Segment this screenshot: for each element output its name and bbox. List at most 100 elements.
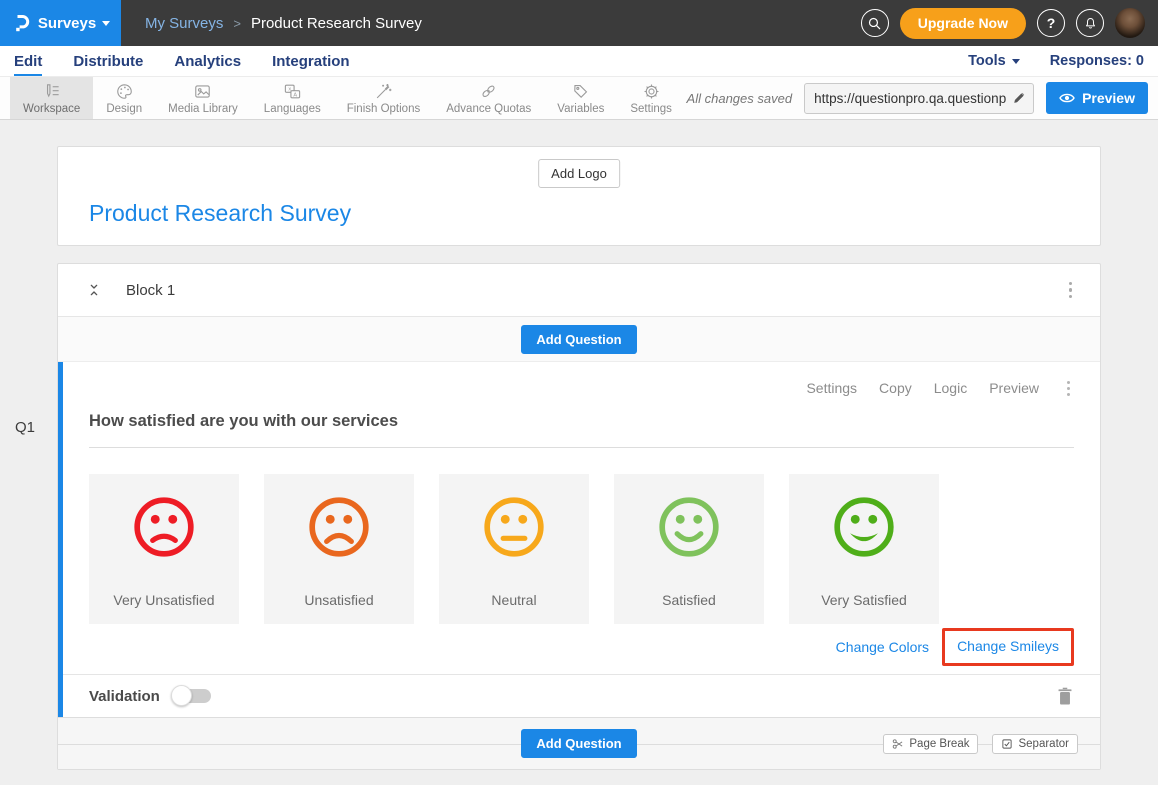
- topbar-actions: Upgrade Now ?: [861, 8, 1158, 39]
- help-button[interactable]: ?: [1037, 9, 1065, 37]
- smiley-label: Unsatisfied: [304, 592, 373, 608]
- separator-label: Separator: [1018, 738, 1069, 750]
- tag-icon: [571, 82, 590, 101]
- gear-icon: [642, 82, 661, 101]
- smiley-option[interactable]: Satisfied: [614, 474, 764, 624]
- chevron-down-icon: [1012, 59, 1020, 64]
- toolbar-item-variables[interactable]: Variables: [544, 77, 617, 119]
- product-menu-label: Surveys: [38, 15, 96, 32]
- separator-button[interactable]: Separator: [992, 734, 1078, 754]
- questionpro-logo-icon: [11, 13, 31, 33]
- tab-integration[interactable]: Integration: [272, 46, 350, 76]
- tab-analytics[interactable]: Analytics: [174, 46, 241, 76]
- breadcrumb-parent-link[interactable]: My Surveys: [145, 15, 223, 32]
- question-mark-icon: ?: [1047, 15, 1056, 31]
- toolbar-item-label: Advance Quotas: [446, 103, 531, 115]
- search-button[interactable]: [861, 9, 889, 37]
- page-break-label: Page Break: [909, 738, 969, 750]
- breadcrumb-separator: >: [233, 16, 241, 31]
- annotation-box: Change Smileys: [942, 628, 1074, 666]
- add-logo-button[interactable]: Add Logo: [538, 159, 620, 188]
- tools-dropdown[interactable]: Tools: [968, 53, 1020, 69]
- validation-toggle[interactable]: [173, 689, 211, 703]
- toolbar-item-languages[interactable]: xA Languages: [251, 77, 334, 119]
- delete-question-button[interactable]: [1056, 686, 1074, 706]
- user-avatar[interactable]: [1115, 8, 1145, 38]
- svg-text:A: A: [293, 92, 297, 98]
- add-question-button-bottom[interactable]: Add Question: [521, 729, 636, 758]
- tab-edit[interactable]: Edit: [14, 46, 42, 76]
- smiley-option[interactable]: Very Unsatisfied: [89, 474, 239, 624]
- breadcrumb-current: Product Research Survey: [251, 15, 422, 32]
- toolbar-item-design[interactable]: Design: [93, 77, 155, 119]
- add-question-button-top[interactable]: Add Question: [521, 325, 636, 354]
- search-icon: [867, 16, 882, 31]
- block-card: Block 1 Add Question Settings Copy Logic…: [57, 263, 1101, 770]
- toolbar-item-label: Design: [106, 103, 142, 115]
- upgrade-now-button[interactable]: Upgrade Now: [900, 8, 1026, 39]
- product-menu[interactable]: Surveys: [0, 0, 121, 46]
- question-preview-link[interactable]: Preview: [989, 380, 1039, 396]
- block-menu-kebab-icon[interactable]: [1065, 278, 1077, 303]
- tab-distribute[interactable]: Distribute: [73, 46, 143, 76]
- collapse-icon: [86, 281, 102, 299]
- survey-editor-page: Surveys My Surveys > Product Research Su…: [0, 0, 1158, 785]
- smiley-options-row: Change Colors Change Smileys: [89, 624, 1074, 670]
- footer-right-buttons: Page Break Separator: [883, 734, 1078, 754]
- smiley-face-icon: [481, 494, 547, 560]
- notifications-button[interactable]: [1076, 9, 1104, 37]
- preview-button[interactable]: Preview: [1046, 82, 1148, 114]
- toolbar-item-settings[interactable]: Settings: [617, 77, 685, 119]
- question-copy-link[interactable]: Copy: [879, 380, 912, 396]
- translate-icon: xA: [283, 82, 302, 101]
- edit-pencil-icon[interactable]: [1012, 91, 1026, 105]
- smiley-label: Very Satisfied: [821, 592, 907, 608]
- question-text[interactable]: How satisfied are you with our services: [89, 412, 1074, 448]
- question-menu-kebab-icon[interactable]: [1063, 377, 1074, 400]
- nav-right: Tools Responses: 0: [968, 53, 1144, 69]
- smiley-label: Very Unsatisfied: [113, 592, 214, 608]
- top-bar: Surveys My Surveys > Product Research Su…: [0, 0, 1158, 46]
- page-break-button[interactable]: Page Break: [883, 734, 978, 754]
- add-question-row-top: Add Question: [58, 317, 1100, 362]
- smiley-label: Neutral: [491, 592, 536, 608]
- block-header: Block 1: [58, 264, 1100, 317]
- preview-label: Preview: [1082, 90, 1135, 106]
- toolbar-item-finish-options[interactable]: Finish Options: [334, 77, 434, 119]
- toolbar-item-workspace[interactable]: Workspace: [10, 77, 93, 119]
- smiley-option[interactable]: Neutral: [439, 474, 589, 624]
- change-colors-link[interactable]: Change Colors: [836, 639, 929, 655]
- chain-links-icon: [479, 82, 498, 101]
- workspace-icon: [42, 82, 61, 101]
- smiley-face-icon: [831, 494, 897, 560]
- question-logic-link[interactable]: Logic: [934, 380, 967, 396]
- scissors-icon: [892, 738, 904, 750]
- save-status: All changes saved: [687, 91, 793, 106]
- editor-toolbar: Workspace Design Media Library xA Langua…: [0, 76, 1158, 120]
- toolbar-item-label: Workspace: [23, 103, 80, 115]
- survey-url-input[interactable]: [814, 91, 1007, 106]
- collapse-block-button[interactable]: [82, 278, 106, 302]
- smiley-option[interactable]: Very Satisfied: [789, 474, 939, 624]
- smiley-option[interactable]: Unsatisfied: [264, 474, 414, 624]
- question-settings-link[interactable]: Settings: [806, 380, 857, 396]
- palette-icon: [115, 82, 134, 101]
- smiley-face-icon: [656, 494, 722, 560]
- block-footer: Add Question Page Break Separator: [58, 717, 1100, 769]
- main-nav: Edit Distribute Analytics Integration To…: [0, 46, 1158, 76]
- chevron-down-icon: [102, 21, 110, 26]
- survey-title[interactable]: Product Research Survey: [89, 200, 351, 227]
- smiley-label: Satisfied: [662, 592, 716, 608]
- responses-count: Responses: 0: [1050, 53, 1144, 69]
- toolbar-item-label: Variables: [557, 103, 604, 115]
- toolbar-item-media-library[interactable]: Media Library: [155, 77, 251, 119]
- question-card: Settings Copy Logic Preview How satisfie…: [58, 362, 1100, 717]
- question-actions: Settings Copy Logic Preview: [89, 378, 1074, 398]
- tools-label: Tools: [968, 53, 1006, 69]
- change-smileys-link[interactable]: Change Smileys: [957, 638, 1059, 654]
- checkbox-icon: [1001, 738, 1013, 750]
- toolbar-item-label: Finish Options: [347, 103, 421, 115]
- block-title[interactable]: Block 1: [126, 282, 175, 299]
- toolbar-item-advance-quotas[interactable]: Advance Quotas: [433, 77, 544, 119]
- wand-icon: [374, 82, 393, 101]
